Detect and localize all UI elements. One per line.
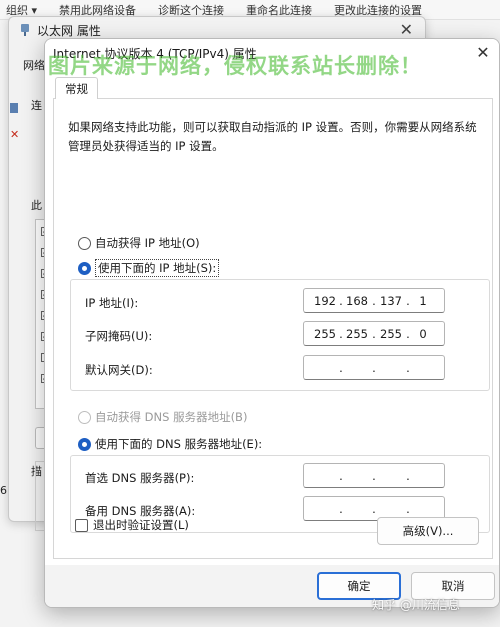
auto-ip-radio[interactable] (78, 236, 91, 250)
manual-ip-radio[interactable] (78, 261, 91, 275)
ip-settings-group: IP 地址(I): 192 . 168 . 137 . 1 子网掩码(U): 2… (70, 279, 490, 391)
validate-on-exit-checkbox[interactable] (75, 518, 88, 532)
ip-seg-4: 1 (419, 294, 427, 308)
mask-seg-4: 0 (419, 327, 427, 341)
auto-dns-label: 自动获得 DNS 服务器地址(B) (95, 410, 248, 424)
ip-address-label: IP 地址(I): (85, 296, 139, 310)
mask-seg-1: 255 (314, 327, 336, 341)
mask-seg-3: 255 (380, 327, 402, 341)
subnet-mask-label: 子网掩码(U): (85, 329, 153, 343)
dialog-title: Internet 协议版本 4 (TCP/IPv4) 属性 (53, 46, 257, 61)
manual-dns-radio[interactable] (78, 437, 91, 451)
ip-seg-1: 192 (314, 294, 336, 308)
ip-seg-3: 137 (380, 294, 402, 308)
general-panel: 如果网络支持此功能，则可以获取自动指派的 IP 设置。否则，你需要从网络系统管理… (53, 99, 493, 559)
ip-dot: . (372, 361, 376, 375)
ip-address-field[interactable]: 192 . 168 . 137 . 1 (303, 288, 445, 313)
ip-dot: . (406, 469, 410, 483)
ip-dot: . (339, 502, 343, 516)
auto-ip-label: 自动获得 IP 地址(O) (95, 236, 200, 250)
ethernet-label-connect: 连 (31, 99, 42, 112)
dialog-description: 如果网络支持此功能，则可以获取自动指派的 IP 设置。否则，你需要从网络系统管理… (68, 120, 477, 153)
ipv4-properties-dialog: Internet 协议版本 4 (TCP/IPv4) 属性 ✕ 常规 如果网络支… (44, 38, 500, 608)
ip-dot: . (339, 469, 343, 483)
ethernet-label-items: 此 (31, 199, 42, 212)
adapter-icon (10, 103, 18, 113)
manual-ip-option[interactable]: 使用下面的 IP 地址(S): (78, 259, 220, 277)
manual-dns-option[interactable]: 使用下面的 DNS 服务器地址(E): (78, 436, 262, 452)
subnet-mask-field[interactable]: 255 . 255 . 255 . 0 (303, 321, 445, 346)
manual-dns-label: 使用下面的 DNS 服务器地址(E): (95, 437, 263, 451)
auto-ip-option[interactable]: 自动获得 IP 地址(O) (78, 235, 200, 251)
error-icon: ✕ (10, 128, 19, 141)
auto-dns-option[interactable]: 自动获得 DNS 服务器地址(B) (78, 409, 247, 425)
ethernet-window-title: 以太网 属性 (37, 23, 101, 38)
validate-on-exit-label: 退出时验证设置(L) (93, 518, 189, 532)
manual-ip-label: 使用下面的 IP 地址(S): (95, 259, 220, 277)
ip-dot: . (372, 502, 376, 516)
network-adapter-icon (21, 24, 29, 36)
ip-seg-2: 168 (346, 294, 368, 308)
dialog-titlebar: Internet 协议版本 4 (TCP/IPv4) 属性 ✕ (45, 39, 499, 67)
preferred-dns-label: 首选 DNS 服务器(P): (85, 471, 195, 485)
mask-seg-2: 255 (346, 327, 368, 341)
ip-dot: . (372, 469, 376, 483)
close-icon[interactable]: ✕ (473, 43, 493, 63)
tab-general[interactable]: 常规 (55, 77, 98, 100)
svg-text:✕: ✕ (10, 128, 19, 141)
validate-on-exit-option[interactable]: 退出时验证设置(L) (75, 517, 189, 533)
default-gateway-field[interactable]: . . . (303, 355, 445, 380)
attribution-watermark: 知乎 @川流信息 (372, 598, 460, 612)
ethernet-tab-network[interactable]: 网络 (23, 57, 45, 73)
ip-dot: . (406, 502, 410, 516)
default-gateway-label: 默认网关(D): (85, 363, 153, 377)
ip-dot: . (406, 361, 410, 375)
preferred-dns-field[interactable]: . . . (303, 463, 445, 488)
advanced-button[interactable]: 高级(V)... (377, 517, 479, 545)
close-icon[interactable]: ✕ (400, 20, 413, 39)
ip-dot: . (339, 361, 343, 375)
auto-dns-radio[interactable] (78, 410, 91, 424)
dialog-tabstrip: 常规 (53, 75, 493, 100)
left-edge-digit: 6 (0, 484, 7, 497)
